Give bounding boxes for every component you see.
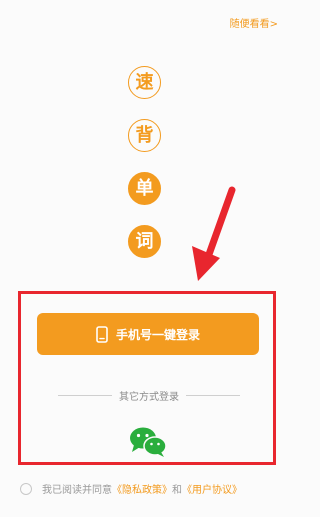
phone-login-label: 手机号一键登录	[115, 327, 200, 342]
logo-char-3: 单	[128, 172, 161, 205]
logo-char-1: 速	[128, 66, 161, 99]
skip-link[interactable]: 随便看看>	[230, 15, 278, 30]
phone-login-button[interactable]: 手机号一键登录	[37, 313, 259, 355]
annotation-arrow-icon	[192, 186, 236, 281]
agreement-and: 和	[172, 485, 182, 496]
app-logo: 速 背 单 词	[128, 66, 166, 278]
login-screen: 随便看看> 速 背 单 词 手机号一键登录 其它方式登录 我已阅读并同意 《隐私…	[0, 0, 300, 517]
other-methods-divider: 其它方式登录	[58, 388, 240, 403]
other-methods-label: 其它方式登录	[119, 392, 179, 403]
divider-line-left	[58, 395, 112, 396]
agreement-prefix: 我已阅读并同意	[42, 485, 112, 496]
user-agreement-link[interactable]: 《用户协议》	[182, 481, 242, 496]
logo-char-2: 背	[128, 119, 161, 152]
phone-icon	[96, 325, 108, 343]
divider-line-right	[186, 395, 240, 396]
agreement-row: 我已阅读并同意 《隐私政策》 和 《用户协议》	[20, 481, 242, 496]
logo-char-4: 词	[128, 225, 161, 258]
agreement-radio[interactable]	[20, 482, 32, 495]
privacy-policy-link[interactable]: 《隐私政策》	[112, 481, 172, 496]
wechat-login-icon[interactable]	[128, 426, 168, 458]
